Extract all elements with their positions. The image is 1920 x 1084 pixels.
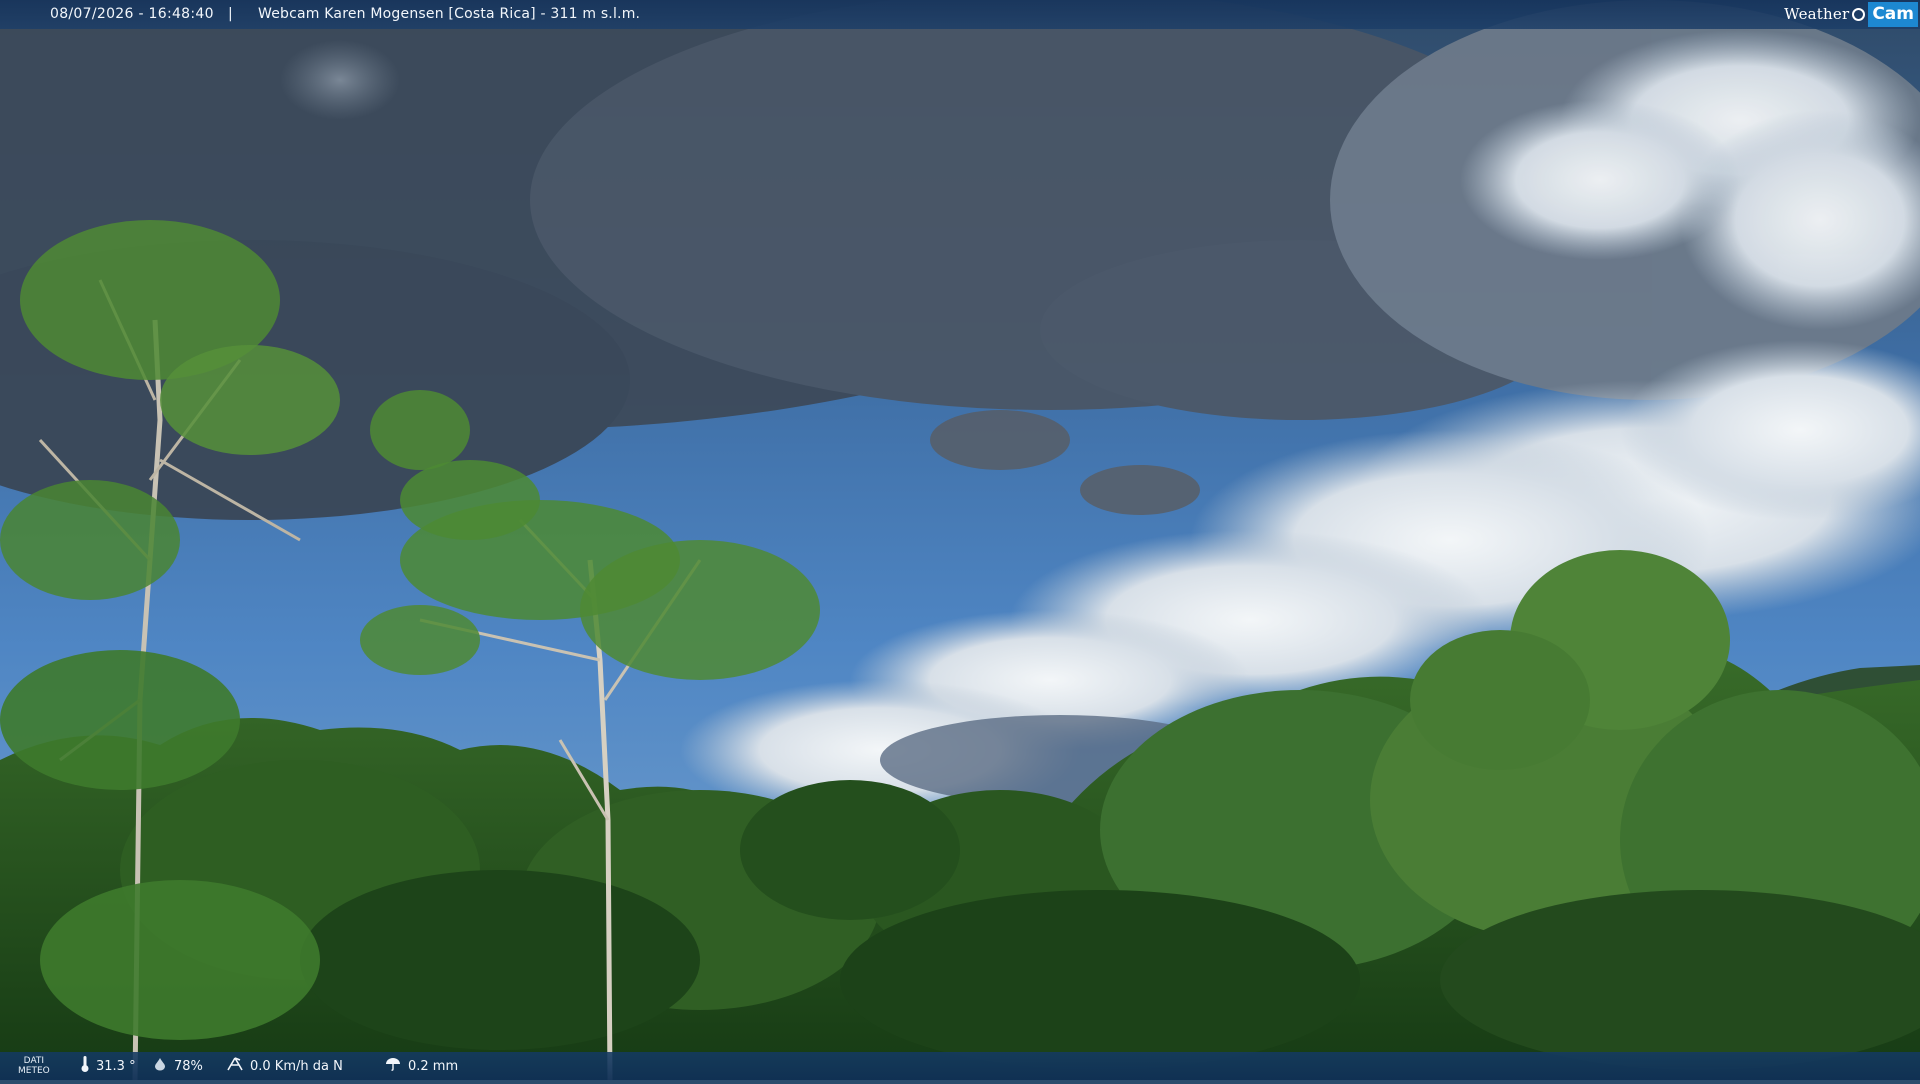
dati-label: DATI [23, 1056, 45, 1066]
header-bar: 08/07/2026 - 16:48:40 | Webcam Karen Mog… [0, 0, 1920, 29]
timestamp: 08/07/2026 - 16:48:40 [50, 6, 214, 22]
logo-weather-text: Weather [1784, 5, 1850, 23]
thermometer-icon [80, 1055, 90, 1077]
logo-cam-text: Cam [1868, 2, 1918, 27]
weathercam-logo: Weather Cam [1784, 2, 1918, 27]
meteo-label: METEO [18, 1066, 50, 1076]
humidity-icon [152, 1057, 168, 1075]
humidity-value: 78% [174, 1058, 203, 1074]
webcam-title: Webcam Karen Mogensen [Costa Rica] - 311… [258, 6, 641, 22]
wind-value: 0.0 Km/h da N [250, 1058, 343, 1074]
landscape-scene [0, 0, 1920, 1081]
header-separator: | [228, 6, 233, 22]
weather-data-bar: DATI METEO 31.3 ° 78% 0.0 Km/h da N 0.2 … [0, 1052, 1920, 1080]
rain-readout: 0.2 mm [384, 1052, 458, 1080]
logo-circle-icon [1852, 8, 1866, 21]
webcam-image [0, 0, 1920, 1081]
humidity-readout: 78% [152, 1052, 203, 1080]
wind-icon [226, 1056, 244, 1076]
dati-meteo-label: DATI METEO [18, 1056, 50, 1076]
temperature-value: 31.3 ° [96, 1058, 136, 1074]
rain-icon [384, 1057, 402, 1075]
wind-readout: 0.0 Km/h da N [226, 1052, 343, 1080]
temperature-readout: 31.3 ° [80, 1052, 136, 1080]
rain-value: 0.2 mm [408, 1058, 459, 1074]
